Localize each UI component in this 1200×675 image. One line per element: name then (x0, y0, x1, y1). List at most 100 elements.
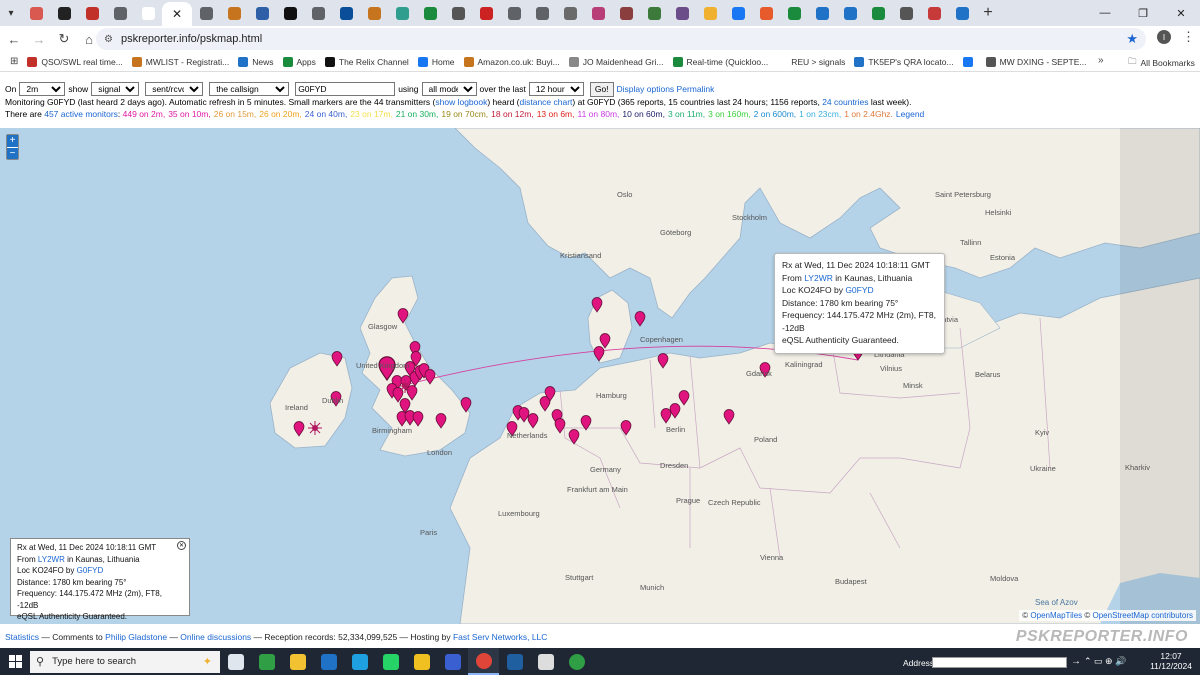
new-tab-button[interactable]: + (976, 2, 1000, 24)
bookmarks-overflow-button[interactable]: » (1098, 55, 1104, 66)
bookmark-item[interactable]: Apps (282, 56, 316, 67)
address-toolbar-input[interactable] (932, 657, 1067, 668)
popup-from-callsign-link[interactable]: LY2WR (804, 273, 833, 283)
browser-tab[interactable] (612, 2, 640, 24)
bookmark-item[interactable]: QSO/SWL real time... (27, 56, 123, 67)
mode-select[interactable]: all modes (421, 82, 477, 96)
browser-tab[interactable] (134, 2, 162, 24)
browser-tab[interactable] (500, 2, 528, 24)
close-tab-icon[interactable]: ✕ (172, 7, 182, 21)
station-marker[interactable] (634, 311, 646, 327)
bookmark-item[interactable]: Real-time (Quickloo... (672, 56, 768, 67)
band-count-link[interactable]: 18 on 12m, (491, 109, 534, 119)
browser-tab[interactable] (892, 2, 920, 24)
band-count-link[interactable]: 3 on 160m, (708, 109, 751, 119)
browser-tab[interactable] (444, 2, 472, 24)
browser-tab[interactable] (528, 2, 556, 24)
browser-tab[interactable] (836, 2, 864, 24)
browser-tab[interactable] (416, 2, 444, 24)
browser-tab[interactable] (276, 2, 304, 24)
active-monitors-link[interactable]: 457 active monitors (44, 109, 118, 119)
band-count-link[interactable]: 13 on 6m, (537, 109, 575, 119)
go-button[interactable]: Go! (589, 81, 614, 97)
target-select[interactable]: the callsign (209, 82, 290, 96)
taskbar-app-skype[interactable] (344, 648, 375, 675)
band-count-link[interactable]: 10 on 60m, (622, 109, 665, 119)
browser-tab[interactable] (220, 2, 248, 24)
browser-tab[interactable] (106, 2, 134, 24)
all-bookmarks-button[interactable]: 🗀 All Bookmarks (1128, 56, 1195, 70)
start-button[interactable] (0, 648, 30, 675)
band-count-link[interactable]: 2 on 600m, (754, 109, 797, 119)
distance-chart-link[interactable]: distance chart (519, 97, 572, 107)
zoom-in-button[interactable]: + (7, 135, 18, 147)
browser-tab[interactable] (864, 2, 892, 24)
bookmark-item[interactable]: MWLIST - Registrati... (131, 56, 229, 67)
taskbar-app-outlook[interactable] (313, 648, 344, 675)
taskbar-app-app-10[interactable] (499, 648, 530, 675)
system-tray[interactable]: ⌃ ▭ ⊕ 🔊 (1084, 656, 1126, 667)
band-count-link[interactable]: 449 on 2m, (123, 109, 166, 119)
site-info-icon[interactable]: ⚙ (104, 34, 113, 45)
panel-from-callsign-link[interactable]: LY2WR (38, 555, 65, 564)
band-count-link[interactable]: 1 on 2.4Ghz. (844, 109, 893, 119)
profile-avatar[interactable]: I (1157, 30, 1171, 44)
statistics-link[interactable]: Statistics (5, 632, 39, 642)
browser-tab[interactable] (50, 2, 78, 24)
browser-tab[interactable]: ✕ (162, 2, 192, 26)
browser-tab[interactable] (304, 2, 332, 24)
browser-tab[interactable] (248, 2, 276, 24)
menu-kebab-icon[interactable]: ⋮ (1182, 29, 1195, 45)
address-bar[interactable]: ⚙ pskreporter.info/pskmap.html ★ (96, 28, 1146, 50)
browser-tab[interactable] (920, 2, 948, 24)
period-select[interactable]: 12 hours (528, 82, 584, 96)
bookmark-item[interactable]: Amazon.co.uk: Buyi... (463, 56, 560, 67)
taskbar-app-chrome[interactable] (468, 648, 499, 675)
zoom-out-button[interactable]: − (7, 147, 18, 159)
taskbar-app-whatsapp[interactable] (375, 648, 406, 675)
taskbar-app-app-11[interactable] (530, 648, 561, 675)
band-count-link[interactable]: 35 on 10m, (168, 109, 211, 119)
browser-tab[interactable] (640, 2, 668, 24)
display-options-link[interactable]: Display options (617, 84, 675, 94)
taskbar-app-file-explorer[interactable] (282, 648, 313, 675)
band-count-link[interactable]: 1 on 23cm, (799, 109, 841, 119)
band-count-link[interactable]: 26 on 20m, (259, 109, 302, 119)
discussions-link[interactable]: Online discussions (180, 632, 251, 642)
bookmark-star-icon[interactable]: ★ (1126, 31, 1138, 47)
bookmark-item[interactable]: MW DXING - SEPTE... (985, 56, 1086, 67)
taskbar-app-task-view[interactable] (220, 648, 251, 675)
browser-tab[interactable] (948, 2, 976, 24)
restore-icon[interactable]: ❐ (1124, 0, 1162, 26)
browser-tab[interactable] (808, 2, 836, 24)
show-select[interactable]: signals (91, 82, 140, 96)
bookmark-item[interactable]: The Relix Channel (324, 56, 409, 67)
bookmark-item[interactable]: News (238, 56, 274, 67)
minimize-icon[interactable]: — (1086, 0, 1124, 26)
taskbar-search[interactable]: ⚲ Type here to search ✦ (30, 650, 220, 673)
taskbar-clock[interactable]: 12:07 11/12/2024 (1150, 651, 1192, 671)
address-go-icon[interactable]: → (1071, 656, 1081, 667)
browser-tab[interactable] (472, 2, 500, 24)
band-count-link[interactable]: 11 on 80m, (578, 109, 620, 119)
direction-select[interactable]: sent/rcvd by (145, 82, 204, 96)
taskbar-app-drive[interactable] (406, 648, 437, 675)
band-count-link[interactable]: 19 on 70cm, (441, 109, 488, 119)
browser-tab[interactable] (696, 2, 724, 24)
bookmark-item[interactable]: TK5EP's QRA locato... (854, 56, 954, 67)
browser-tab[interactable] (668, 2, 696, 24)
browser-tab[interactable] (78, 2, 106, 24)
browser-tab[interactable] (388, 2, 416, 24)
taskbar-app-app-8[interactable] (437, 648, 468, 675)
browser-tab[interactable] (584, 2, 612, 24)
taskbar-app-calculator[interactable] (251, 648, 282, 675)
legend-link[interactable]: Legend (896, 109, 924, 119)
browser-tab[interactable] (360, 2, 388, 24)
apps-grid-icon[interactable]: ⊞ (10, 56, 18, 67)
home-station-icon[interactable] (308, 421, 322, 435)
bookmark-item[interactable]: REU > signals (777, 56, 845, 67)
popup-loc-callsign-link[interactable]: G0FYD (845, 285, 873, 295)
author-link[interactable]: Philip Gladstone (105, 632, 167, 642)
band-count-link[interactable]: 3 on 11m, (668, 109, 705, 119)
browser-tab[interactable] (332, 2, 360, 24)
